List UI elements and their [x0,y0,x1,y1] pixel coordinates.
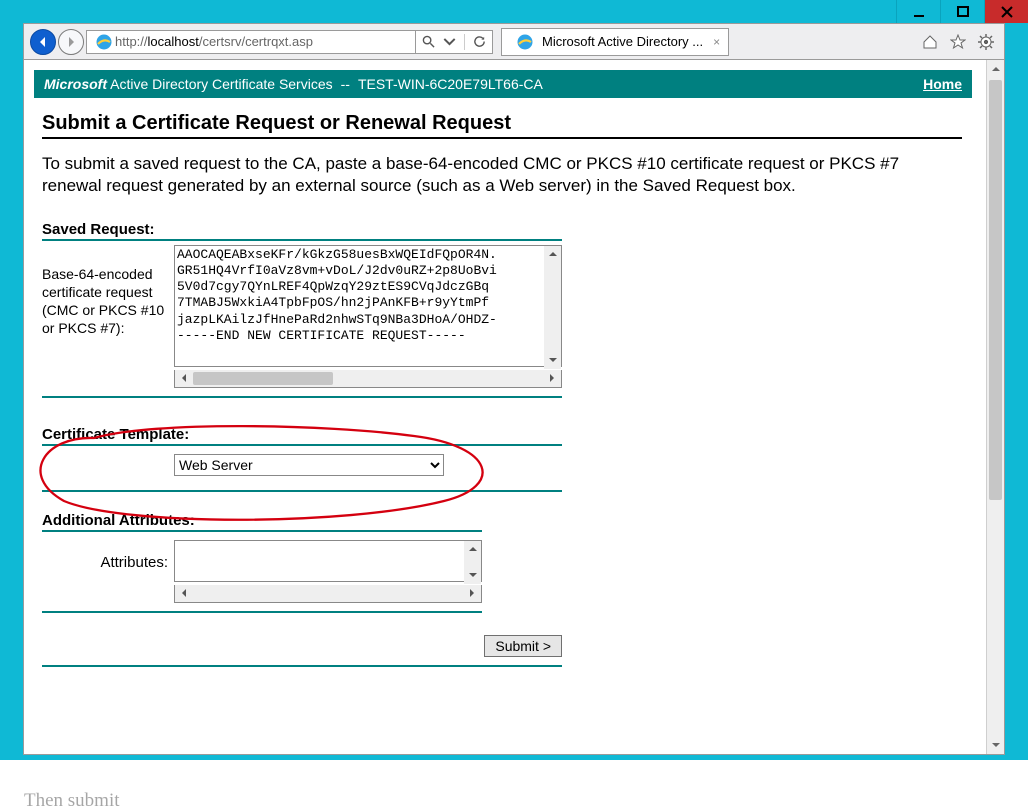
maximize-button[interactable] [940,0,984,23]
browser-toolbar: http://localhost/certsrv/certrqxt.asp Mi… [23,23,1005,59]
browser-viewport: Microsoft Active Directory Certificate S… [23,59,1005,755]
additional-attributes-label: Additional Attributes: [42,512,482,532]
banner-separator: -- [341,76,350,92]
chevron-left-icon [179,373,189,383]
banner-ca-name: TEST-WIN-6C20E79LT66-CA [358,76,543,92]
chevron-down-icon [548,355,558,365]
chevron-right-icon [467,588,477,598]
saved-request-row: Base-64-encoded certificate request (CMC… [42,245,562,398]
chevron-up-icon [548,249,558,259]
page-heading: Submit a Certificate Request or Renewal … [42,112,962,139]
submit-row: Submit > [42,613,562,667]
titlebar [0,0,1028,23]
page-body: Submit a Certificate Request or Renewal … [24,98,980,667]
chevron-right-icon [547,373,557,383]
maximize-icon [956,5,970,19]
address-bar-tools [416,30,493,54]
page-vscrollbar[interactable] [986,60,1004,754]
ie-icon [95,33,113,51]
forward-arrow-icon [64,35,78,49]
close-icon [1000,5,1014,19]
intro-text: To submit a saved request to the CA, pas… [42,153,962,197]
page-banner: Microsoft Active Directory Certificate S… [34,70,972,98]
back-button[interactable] [30,29,56,55]
saved-request-label: Saved Request: [42,221,562,241]
back-arrow-icon [36,35,50,49]
url-host: localhost [148,34,199,49]
forward-button[interactable] [58,29,84,55]
search-icon[interactable] [422,35,435,48]
url-path: /certsrv/certrqxt.asp [199,34,313,49]
chevron-down-icon [991,740,1001,750]
textarea-vscrollbar[interactable] [544,246,561,369]
ie-icon [516,33,534,51]
favorites-icon[interactable] [950,34,966,50]
textarea-hscrollbar[interactable] [174,585,482,603]
close-button[interactable] [984,0,1028,23]
attributes-textarea[interactable] [174,540,482,582]
submit-button[interactable]: Submit > [484,635,562,657]
textarea-vscrollbar[interactable] [464,541,481,584]
separator [464,34,465,50]
chevron-left-icon [179,588,189,598]
browser-tab[interactable]: Microsoft Active Directory ... × [501,28,729,56]
additional-attributes-block: Additional Attributes: Attributes: [42,512,962,613]
certificate-template-block: Certificate Template: Web Server [42,426,962,492]
url-prefix: http:// [115,34,148,49]
chevron-up-icon [991,64,1001,74]
address-bar-group: http://localhost/certsrv/certrqxt.asp [86,30,493,54]
home-link[interactable]: Home [923,76,962,92]
page-content-area: Microsoft Active Directory Certificate S… [24,60,986,754]
minimize-icon [912,5,926,19]
textarea-hscrollbar[interactable] [174,370,562,388]
chrome-right-icons [922,34,998,50]
certificate-template-select[interactable]: Web Server [174,454,444,476]
chevron-down-icon [468,570,478,580]
saved-request-description: Base-64-encoded certificate request (CMC… [42,245,174,338]
tools-icon[interactable] [978,34,994,50]
certificate-template-label: Certificate Template: [42,426,562,446]
home-icon[interactable] [922,34,938,50]
window-frame: http://localhost/certsrv/certrqxt.asp Mi… [0,0,1028,760]
tab-title: Microsoft Active Directory ... [542,34,703,49]
saved-request-textarea[interactable]: AAOCAQEABxseKFr/kGkzG58uesBxWQEIdFQpOR4N… [174,245,562,367]
banner-title: Microsoft Active Directory Certificate S… [44,76,333,92]
dropdown-icon[interactable] [443,35,456,48]
attributes-label: Attributes: [42,540,174,571]
address-bar[interactable]: http://localhost/certsrv/certrqxt.asp [86,30,416,54]
chevron-up-icon [468,544,478,554]
refresh-icon[interactable] [473,35,486,48]
below-caption: Then submit [24,790,1028,812]
tab-close-icon[interactable]: × [713,35,720,49]
minimize-button[interactable] [896,0,940,23]
